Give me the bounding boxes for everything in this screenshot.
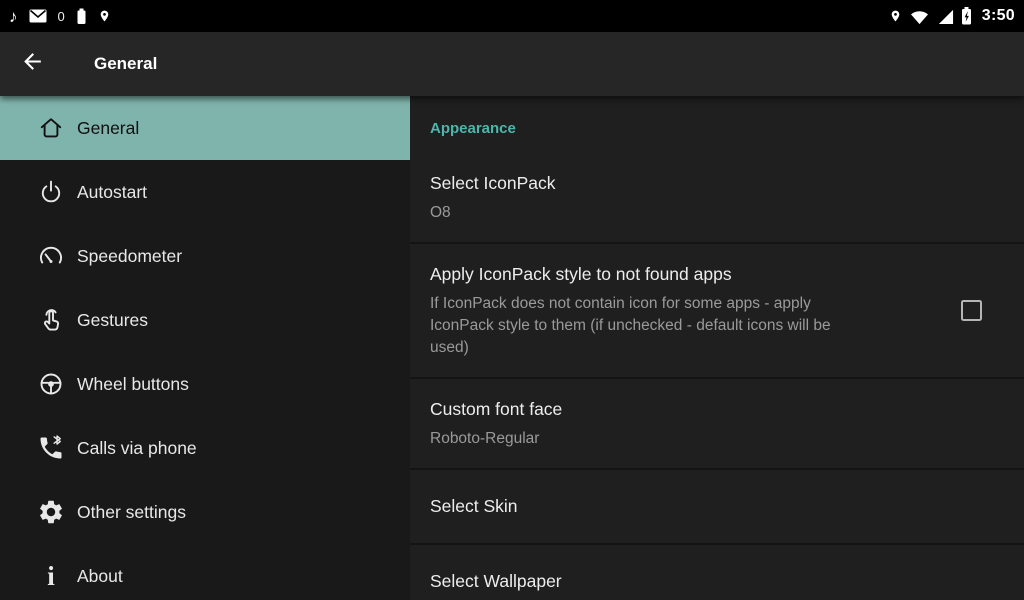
sidebar-item-autostart[interactable]: Autostart	[0, 160, 410, 224]
setting-custom-font-face[interactable]: Custom font face Roboto-Regular	[410, 379, 1024, 470]
setting-title: Custom font face	[430, 397, 1004, 422]
setting-select-wallpaper[interactable]: Select Wallpaper	[410, 545, 1024, 600]
screen: ♪ 0 3:50	[0, 0, 1024, 600]
sidebar-item-general[interactable]: General	[0, 96, 410, 160]
home-icon	[36, 113, 66, 143]
sidebar: General Autostart Speedometer Gestures W	[0, 96, 410, 600]
cell-signal-icon	[937, 8, 954, 25]
speedometer-icon	[36, 241, 66, 271]
app-bar: General	[0, 32, 1024, 96]
setting-title: Apply IconPack style to not found apps	[430, 262, 943, 287]
power-icon	[36, 177, 66, 207]
status-bar-system: 3:50	[889, 7, 1015, 25]
apply-iconpack-checkbox[interactable]	[961, 300, 982, 321]
sidebar-item-calls-via-phone[interactable]: Calls via phone	[0, 416, 410, 480]
location-icon	[98, 7, 111, 25]
setting-title: Select Skin	[430, 494, 1004, 519]
info-icon: i	[36, 561, 66, 591]
sidebar-item-label: General	[77, 118, 139, 139]
sidebar-item-speedometer[interactable]: Speedometer	[0, 224, 410, 288]
unread-count: 0	[58, 9, 65, 24]
sidebar-item-label: Gestures	[77, 310, 148, 331]
gesture-tap-icon	[36, 305, 66, 335]
location-icon	[889, 7, 902, 25]
setting-description: If IconPack does not contain icon for so…	[430, 293, 842, 359]
setting-select-skin[interactable]: Select Skin	[410, 470, 1024, 545]
page-title: General	[94, 54, 157, 74]
back-button[interactable]	[0, 32, 64, 96]
setting-value: Roboto-Regular	[430, 428, 842, 450]
battery-icon	[76, 8, 87, 25]
sidebar-item-label: Speedometer	[77, 246, 182, 267]
music-note-icon: ♪	[9, 8, 18, 25]
wifi-icon	[909, 8, 930, 25]
setting-title: Select IconPack	[430, 171, 1004, 196]
setting-value: O8	[430, 202, 842, 224]
status-bar-notifications: ♪ 0	[9, 7, 111, 25]
clock: 3:50	[982, 7, 1015, 25]
sidebar-item-about[interactable]: i About	[0, 544, 410, 600]
steering-wheel-icon	[36, 369, 66, 399]
section-header-appearance: Appearance	[410, 96, 1024, 153]
setting-select-iconpack[interactable]: Select IconPack O8	[410, 153, 1024, 244]
sidebar-item-label: About	[77, 566, 123, 587]
sidebar-item-wheel-buttons[interactable]: Wheel buttons	[0, 352, 410, 416]
gmail-icon	[29, 9, 47, 23]
sidebar-item-label: Calls via phone	[77, 438, 197, 459]
setting-title: Select Wallpaper	[430, 569, 1004, 594]
gear-icon	[36, 497, 66, 527]
sidebar-item-label: Autostart	[77, 182, 147, 203]
battery-charging-icon	[961, 7, 972, 25]
sidebar-item-gestures[interactable]: Gestures	[0, 288, 410, 352]
sidebar-item-label: Wheel buttons	[77, 374, 189, 395]
sidebar-item-label: Other settings	[77, 502, 186, 523]
setting-apply-iconpack-style[interactable]: Apply IconPack style to not found apps I…	[410, 244, 1024, 379]
sidebar-item-other-settings[interactable]: Other settings	[0, 480, 410, 544]
arrow-back-icon	[20, 49, 45, 79]
settings-panel: Appearance Select IconPack O8 Apply Icon…	[410, 96, 1024, 600]
phone-bluetooth-icon	[36, 433, 66, 463]
status-bar: ♪ 0 3:50	[0, 0, 1024, 32]
